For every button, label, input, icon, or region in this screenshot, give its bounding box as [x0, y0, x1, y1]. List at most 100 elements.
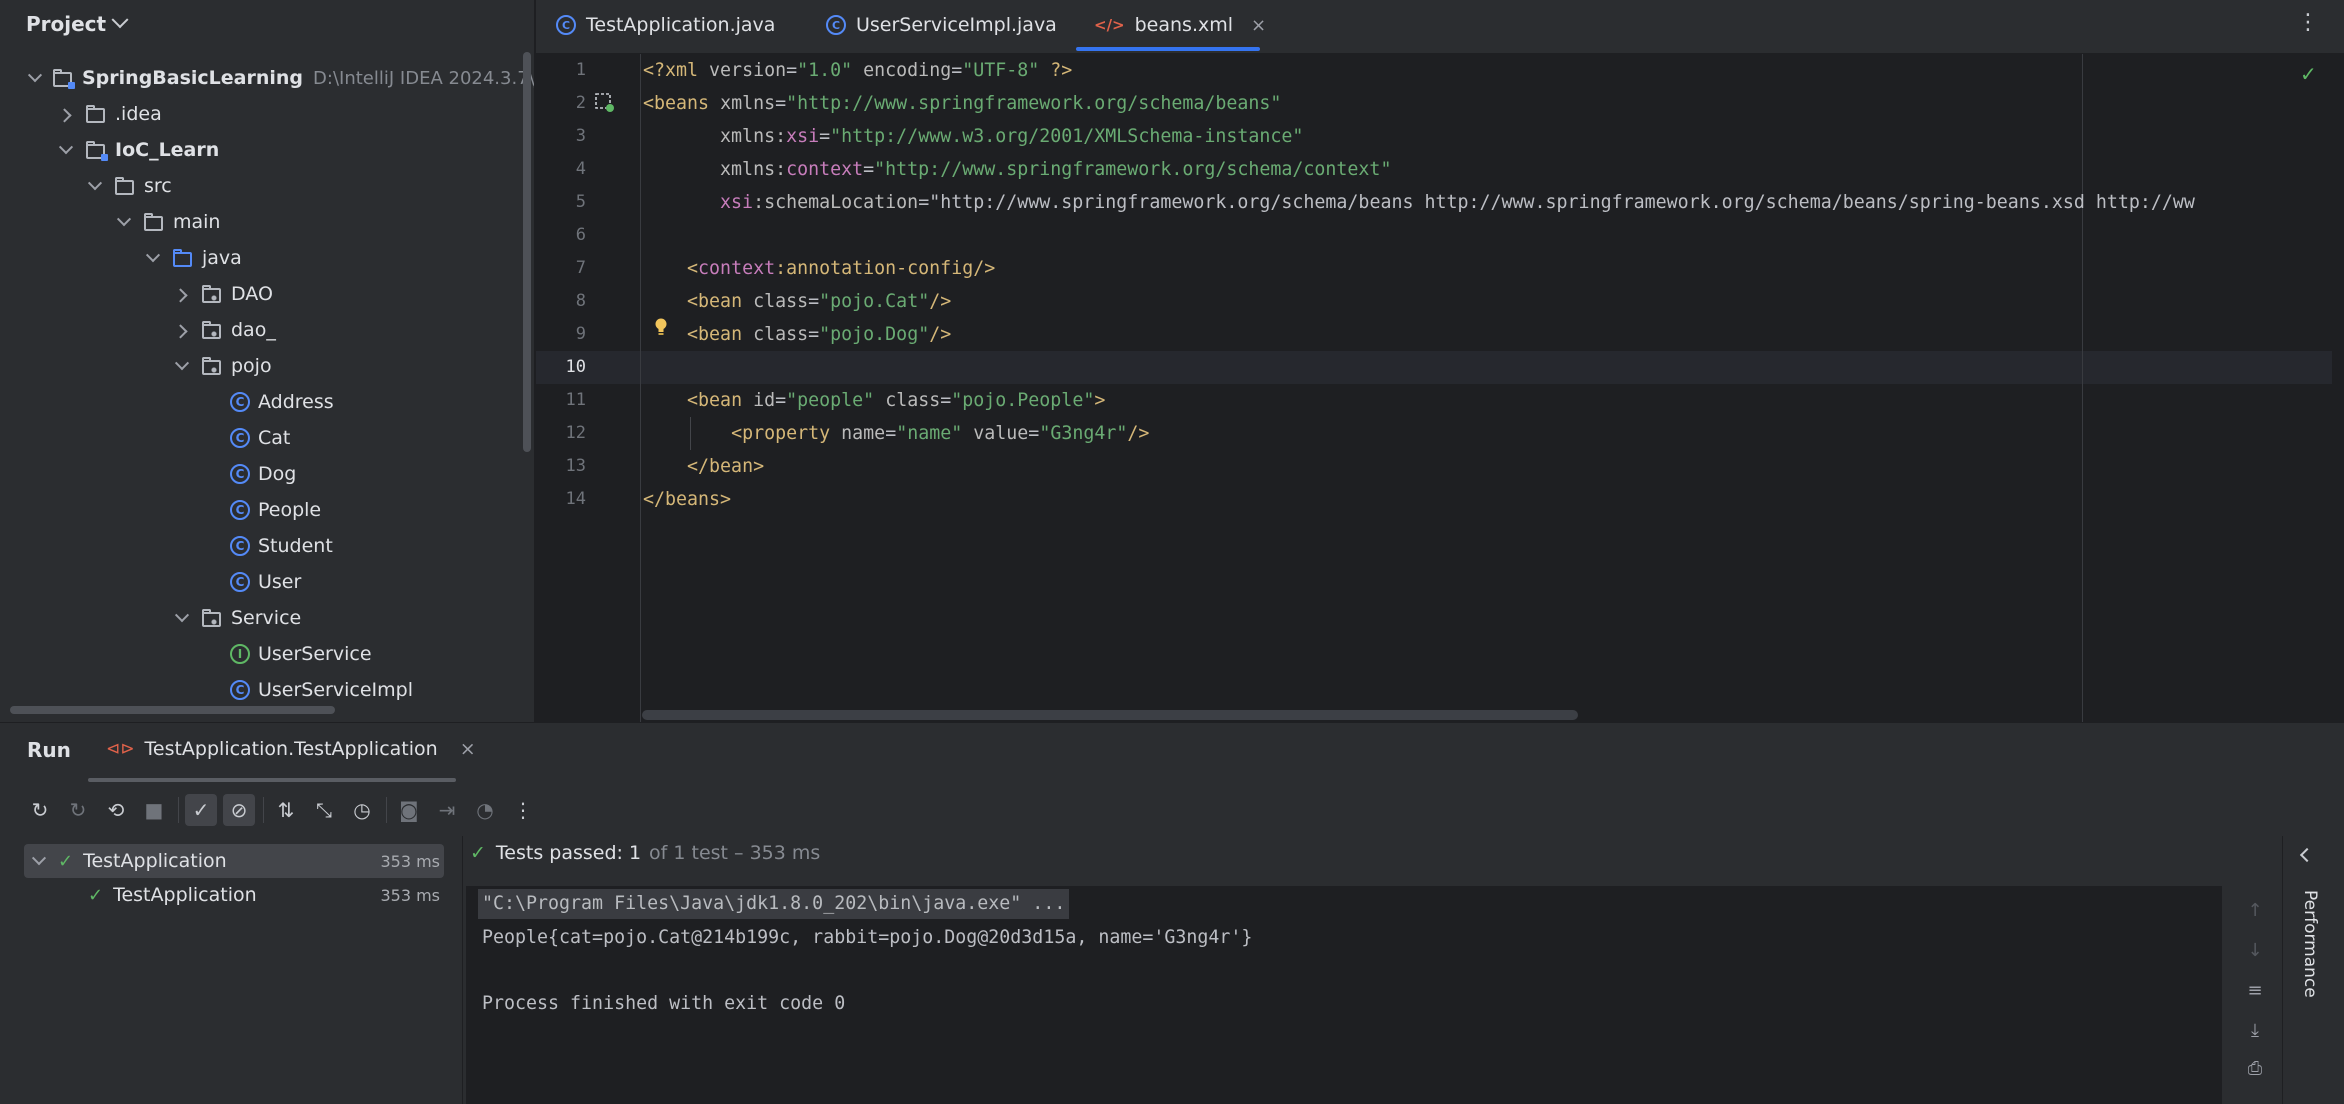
collapse-arrow-icon[interactable] — [175, 287, 189, 301]
code-line: <bean class="pojo.Cat"/> — [687, 291, 952, 312]
stop-icon[interactable]: ■ — [138, 794, 170, 826]
expand-arrow-icon[interactable] — [175, 359, 189, 373]
spring-bean-gutter-icon[interactable] — [594, 92, 616, 114]
tree-item-dao-underscore[interactable]: dao_ — [0, 312, 534, 348]
close-icon[interactable]: × — [460, 738, 476, 760]
expand-arrow-icon[interactable] — [146, 251, 160, 265]
soft-wrap-icon[interactable]: ≡ — [2240, 980, 2270, 1001]
expand-arrow-icon[interactable] — [30, 71, 40, 85]
line-number: 6 — [575, 225, 586, 245]
class-icon: C — [230, 500, 250, 520]
tree-item-address[interactable]: C Address — [0, 384, 534, 420]
tree-item-user[interactable]: C User — [0, 564, 534, 600]
tab-label: TestApplication.java — [586, 14, 776, 36]
tree-item-label: People — [258, 499, 322, 521]
line-number: 1 — [575, 60, 586, 80]
editor-horizontal-scrollbar[interactable] — [642, 710, 1578, 720]
project-vertical-scrollbar[interactable] — [523, 52, 531, 452]
chevron-down-icon[interactable] — [111, 11, 129, 29]
tree-item-label: UserService — [258, 643, 372, 665]
rerun-failed-icon[interactable]: ↻ — [62, 794, 94, 826]
run-tab-label: TestApplication.TestApplication — [144, 738, 438, 760]
expand-arrow-icon[interactable] — [88, 179, 102, 193]
project-panel: Project SpringBasicLearning D:\IntelliJ … — [0, 0, 535, 722]
line-number: 2 — [575, 93, 586, 113]
tree-item-label: pojo — [231, 355, 272, 377]
package-icon — [201, 283, 223, 305]
tree-item-pojo[interactable]: pojo — [0, 348, 534, 384]
class-icon: C — [230, 428, 250, 448]
more-options-icon[interactable]: ⋮ — [507, 794, 539, 826]
tree-item-cat[interactable]: C Cat — [0, 420, 534, 456]
tree-item-label: java — [202, 247, 242, 269]
active-run-tab-indicator — [88, 778, 456, 782]
tab-testapplication-java[interactable]: C TestApplication.java — [556, 0, 775, 50]
performance-tool-button[interactable]: Performance — [2290, 890, 2320, 1010]
more-options-icon[interactable]: ⋮ — [2296, 10, 2320, 40]
project-horizontal-scrollbar[interactable] — [10, 706, 335, 714]
toggle-auto-test-icon[interactable]: ⟲ — [100, 794, 132, 826]
scroll-up-icon[interactable]: ↑ — [2240, 900, 2270, 921]
test-results-tree: ✓ TestApplication 353 ms ✓ TestApplicati… — [0, 836, 460, 1104]
tab-userserviceimpl-java[interactable]: C UserServiceImpl.java — [826, 0, 1057, 50]
close-icon[interactable]: × — [1251, 15, 1266, 36]
tree-item-service[interactable]: Service — [0, 600, 534, 636]
print-icon[interactable]: ⎙ — [2240, 1058, 2270, 1079]
tree-item-label: main — [173, 211, 221, 233]
tree-item-idea[interactable]: .idea — [0, 96, 534, 132]
line-number: 13 — [565, 456, 586, 476]
show-ignored-icon[interactable]: ⊘ — [223, 794, 255, 826]
tree-item-src[interactable]: src — [0, 168, 534, 204]
test-row[interactable]: ✓ TestApplication 353 ms — [24, 878, 444, 912]
tree-item-java[interactable]: java — [0, 240, 534, 276]
console-command-line[interactable]: "C:\Program Files\Java\jdk1.8.0_202\bin\… — [478, 889, 1070, 919]
expand-arrow-icon[interactable] — [32, 854, 46, 868]
test-passed-icon: ✓ — [58, 850, 74, 872]
run-tab[interactable]: ⊲⊳ TestApplication.TestApplication × — [106, 738, 476, 760]
module-folder-icon — [85, 139, 108, 161]
sort-icon[interactable]: ⇅ — [270, 794, 302, 826]
show-passed-icon[interactable]: ✓ — [185, 794, 217, 826]
tree-item-people[interactable]: C People — [0, 492, 534, 528]
status-detail: of 1 test – 353 ms — [649, 842, 821, 864]
line-number-current: 10 — [565, 357, 586, 377]
tree-item-springbasiclearning[interactable]: SpringBasicLearning D:\IntelliJ IDEA 202… — [0, 60, 534, 96]
rerun-icon[interactable]: ↻ — [24, 794, 56, 826]
run-panel-title[interactable]: Run — [27, 738, 71, 762]
status-label: Tests passed: — [495, 842, 623, 864]
collapse-arrow-icon[interactable] — [59, 107, 73, 121]
coverage-icon[interactable]: ◔ — [469, 794, 501, 826]
scroll-down-icon[interactable]: ↓ — [2240, 940, 2270, 961]
chevron-left-icon[interactable] — [2298, 848, 2312, 862]
inspection-ok-icon[interactable]: ✓ — [2300, 62, 2317, 86]
tree-item-ioc-learn[interactable]: IoC_Learn — [0, 132, 534, 168]
expand-arrow-icon[interactable] — [175, 611, 189, 625]
class-icon: C — [230, 572, 250, 592]
tree-item-student[interactable]: C Student — [0, 528, 534, 564]
tree-item-dao[interactable]: DAO — [0, 276, 534, 312]
panel-divider[interactable] — [462, 836, 463, 1104]
tree-item-dog[interactable]: C Dog — [0, 456, 534, 492]
line-number: 3 — [575, 126, 586, 146]
interface-icon: I — [230, 644, 250, 664]
import-tests-icon[interactable]: ⇥ — [431, 794, 463, 826]
test-row[interactable]: ✓ TestApplication 353 ms — [24, 844, 444, 878]
class-icon: C — [556, 15, 576, 35]
folder-icon — [85, 103, 107, 125]
test-history-icon[interactable]: ◷ — [346, 794, 378, 826]
tree-item-main[interactable]: main — [0, 204, 534, 240]
tree-item-userserviceimpl[interactable]: C UserServiceImpl — [0, 672, 534, 708]
tree-item-userservice[interactable]: I UserService — [0, 636, 534, 672]
camera-icon[interactable]: ◙ — [393, 794, 425, 826]
expand-arrow-icon[interactable] — [117, 215, 131, 229]
package-icon — [201, 355, 223, 377]
collapse-all-icon[interactable]: ⤡ — [308, 794, 340, 826]
expand-arrow-icon[interactable] — [59, 143, 73, 157]
code-line: xmlns:xsi="http://www.w3.org/2001/XMLSch… — [720, 126, 1304, 147]
scroll-to-end-icon[interactable]: ⤓ — [2240, 1020, 2270, 1041]
code-line: <bean class="pojo.Dog"/> — [687, 324, 952, 345]
tab-beans-xml[interactable]: </> beans.xml × — [1094, 0, 1266, 50]
class-icon: C — [230, 464, 250, 484]
collapse-arrow-icon[interactable] — [175, 323, 189, 337]
project-header[interactable]: Project — [0, 0, 534, 48]
